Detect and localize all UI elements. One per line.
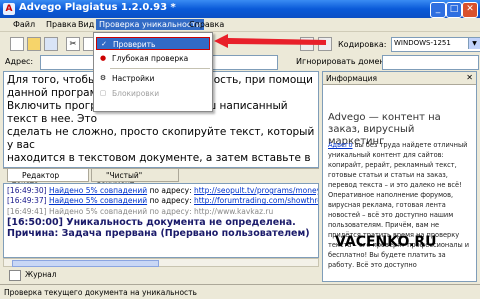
- source-url-link[interactable]: http://seopult.tv/programs/moneym: [194, 186, 318, 195]
- close-button[interactable]: ✕: [462, 2, 478, 18]
- menu-view[interactable]: Вид: [75, 19, 97, 30]
- log-entry: [16:49:37] Найдено 5% совпадений по адре…: [7, 196, 318, 206]
- new-document-icon[interactable]: [10, 37, 24, 51]
- app-icon: A: [3, 3, 15, 15]
- log-reason: Причина: Задача прервана (Прервано польз…: [7, 227, 310, 239]
- source-url-link[interactable]: http://forumtrading.com/showthrea: [194, 196, 318, 205]
- window-title: Advego Plagiatus 1.2.0.93 *: [19, 2, 176, 13]
- source-url-link[interactable]: http://www.kavkaz.ru: [194, 207, 273, 216]
- menu-item-blocks: ▢ Блокировки: [99, 89, 160, 98]
- scroll-thumb[interactable]: [12, 260, 159, 267]
- match-link[interactable]: Найдено 5% совпадений: [49, 207, 147, 216]
- log-entry: [16:49:30] Найдено 5% совпадений по адре…: [7, 186, 318, 196]
- editor-tabs: Редактор текста "Чистый" документ: [3, 168, 319, 189]
- ignore-domains-input[interactable]: [382, 55, 479, 70]
- uniqueness-dropdown-menu: ✓ Проверить уникальность ● Глубокая пров…: [93, 32, 213, 112]
- encoding-select[interactable]: WINDOWS-1251 ▼: [391, 37, 480, 52]
- encoding-value: WINDOWS-1251: [394, 39, 451, 47]
- maximize-button[interactable]: □: [446, 2, 462, 18]
- match-link[interactable]: Найдено 5% совпадений: [49, 196, 147, 205]
- tab-clean-document[interactable]: "Чистый" документ: [91, 169, 179, 189]
- editor-line: находится в текстовом документе, а затем…: [7, 152, 311, 167]
- match-link[interactable]: Найдено 5% совпадений: [49, 186, 147, 195]
- tab-journal[interactable]: Журнал: [3, 268, 73, 282]
- status-text: Проверка текущего документа на уникально…: [4, 288, 197, 297]
- encoding-label: Кодировка:: [338, 40, 387, 49]
- log-final: [16:50:00] Уникальность документа не опр…: [7, 216, 296, 228]
- address-label: Адрес:: [5, 57, 34, 66]
- log-entry: [16:49:41] Найдено 5% совпадений по адре…: [7, 206, 274, 216]
- menu-item-check-uniqueness[interactable]: ✓ Проверить уникальность: [96, 37, 210, 58]
- check-icon: ✓: [101, 40, 107, 48]
- title-bar: A Advego Plagiatus 1.2.0.93 * _ □ ✕: [0, 0, 480, 18]
- journal-label: Журнал: [25, 270, 57, 279]
- info-body: Адвего вы без труда найдете отличный уни…: [328, 141, 470, 269]
- menu-edit[interactable]: Правка: [43, 19, 79, 30]
- close-icon[interactable]: ✕: [466, 73, 473, 82]
- gear-icon: ⚙: [99, 74, 107, 82]
- editor-line: сделать не сложно, просто скопируйте тек…: [7, 126, 315, 151]
- horizontal-scrollbar[interactable]: [3, 258, 319, 267]
- journal-icon: [9, 270, 21, 281]
- info-panel: Информация ✕ Advego — контент на заказ, …: [322, 71, 477, 282]
- tab-text-editor[interactable]: Редактор текста: [7, 169, 89, 189]
- address-row: Адрес: Игнорировать домены:: [0, 54, 480, 70]
- menu-file[interactable]: Файл: [10, 19, 38, 30]
- annotation-arrow: [214, 34, 326, 48]
- results-log: [16:49:30] Найдено 5% совпадений по адре…: [3, 183, 319, 258]
- save-icon[interactable]: [44, 37, 58, 51]
- status-bar: Проверка текущего документа на уникально…: [0, 284, 480, 299]
- minimize-button[interactable]: _: [430, 2, 446, 18]
- ignore-domains-label: Игнорировать домены:: [296, 57, 394, 66]
- menu-item-settings[interactable]: ⚙ Настройки: [96, 72, 210, 85]
- advego-link[interactable]: Адвего: [328, 141, 353, 149]
- menu-separator: [110, 68, 210, 69]
- info-header: Информация ✕: [323, 72, 476, 85]
- menu-item-deep-check[interactable]: ● Глубокая проверка: [96, 52, 210, 65]
- open-folder-icon[interactable]: [27, 37, 41, 51]
- block-icon: ▢: [99, 89, 107, 97]
- watermark: VACENKO.RU: [335, 234, 437, 250]
- deep-check-icon: ●: [99, 54, 107, 62]
- cut-icon[interactable]: ✂: [66, 37, 80, 51]
- chevron-down-icon[interactable]: ▼: [468, 38, 480, 49]
